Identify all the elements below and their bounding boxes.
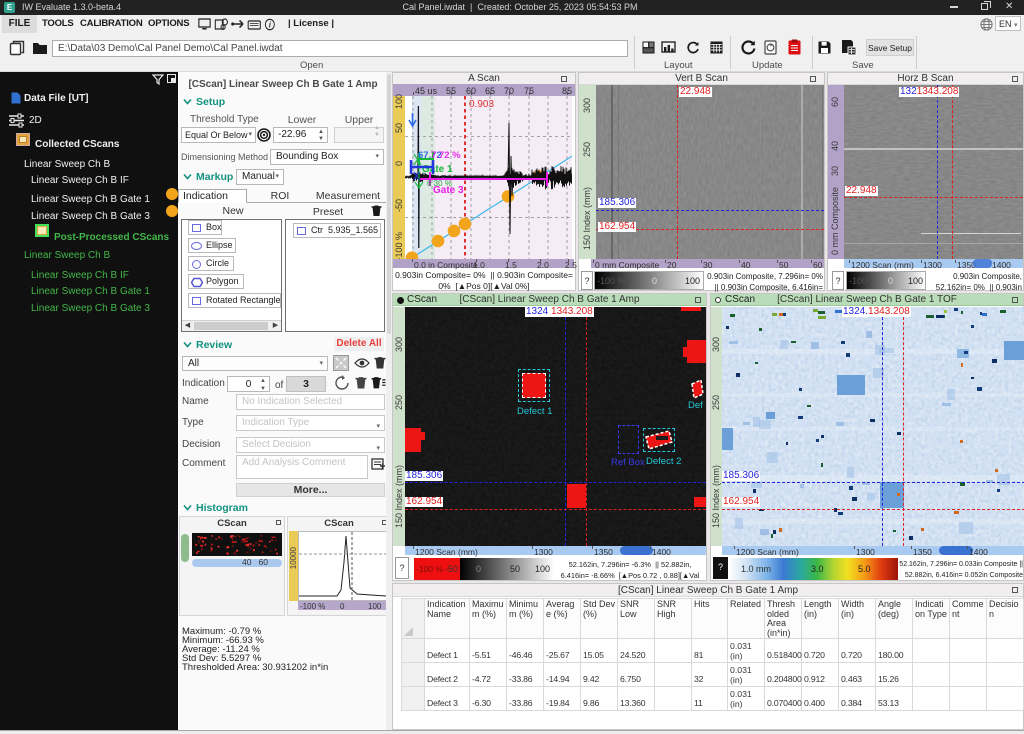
svg-text:7.72 %: 7.72 % (431, 150, 461, 161)
svg-text:6 30 %: 6 30 % (427, 179, 452, 188)
svg-text:0.903: 0.903 (469, 99, 494, 110)
svg-text:i: i (269, 20, 272, 30)
svg-text:Gate 1: Gate 1 (422, 164, 453, 175)
